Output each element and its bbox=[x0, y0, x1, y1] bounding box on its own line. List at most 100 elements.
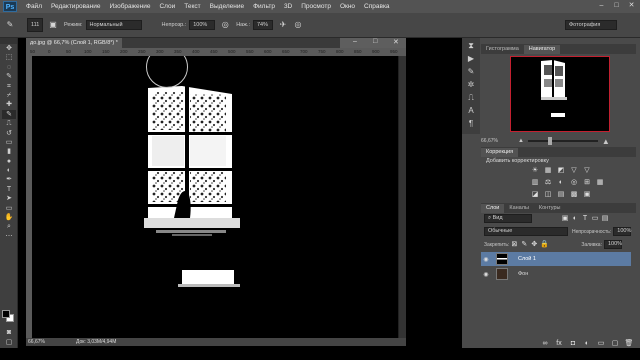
brush-tool-icon[interactable]: ✎ bbox=[5, 20, 15, 30]
healing-brush-icon[interactable]: ✚ bbox=[2, 100, 16, 109]
opacity-field[interactable]: 100% bbox=[189, 20, 216, 30]
gradient-tool-icon[interactable]: ▮ bbox=[2, 147, 16, 156]
black-white-adjust-icon[interactable]: ◐ bbox=[556, 178, 566, 187]
doc-maximize-button[interactable]: □ bbox=[373, 38, 377, 45]
brightness-adjust-icon[interactable]: ☀ bbox=[530, 166, 540, 175]
document-tab[interactable]: до.jpg @ 66,7% (Слой 1, RGB/8*) * bbox=[26, 38, 122, 48]
vertical-scrollbar[interactable] bbox=[398, 56, 406, 338]
tab-paths[interactable]: Контуры bbox=[534, 204, 566, 213]
layer-row-selected[interactable]: ◉ Слой 1 bbox=[481, 252, 631, 266]
photo-filter-adjust-icon[interactable]: ◎ bbox=[569, 178, 579, 187]
doc-minimize-button[interactable]: – bbox=[353, 38, 357, 45]
hand-tool-icon[interactable]: ✋ bbox=[2, 213, 16, 222]
shape-tool-icon[interactable]: ▭ bbox=[2, 204, 16, 213]
tab-adjustments[interactable]: Коррекция bbox=[481, 148, 519, 157]
hue-sat-adjust-icon[interactable]: ▥ bbox=[530, 178, 540, 187]
color-lookup-adjust-icon[interactable]: ▦ bbox=[595, 178, 605, 187]
layer-fill-field[interactable]: 100% bbox=[603, 240, 622, 249]
type-tool-icon[interactable]: T bbox=[2, 185, 16, 194]
eraser-tool-icon[interactable]: ▭ bbox=[2, 138, 16, 147]
airbrush-icon[interactable]: ✈ bbox=[278, 20, 288, 30]
levels-adjust-icon[interactable]: ▦ bbox=[543, 166, 553, 175]
brush-tool-icon[interactable]: ✎ bbox=[2, 109, 16, 120]
more-tools-icon[interactable]: ⋯ bbox=[2, 232, 16, 241]
eyedropper-tool-icon[interactable]: ⌿ bbox=[2, 91, 16, 100]
brush-panel-icon[interactable]: ▣ bbox=[48, 20, 58, 30]
filter-pixel-icon[interactable]: ▣ bbox=[560, 214, 570, 223]
filter-shape-icon[interactable]: ▭ bbox=[590, 214, 600, 223]
quick-mask-icon[interactable]: ◙ bbox=[2, 328, 16, 337]
zoom-readout[interactable]: 66,67% bbox=[28, 338, 45, 346]
color-balance-adjust-icon[interactable]: ⚖ bbox=[543, 178, 553, 187]
history-brush-icon[interactable]: ↺ bbox=[2, 129, 16, 138]
filter-smart-icon[interactable]: ▤ bbox=[600, 214, 610, 223]
minimize-button[interactable]: – bbox=[597, 2, 606, 10]
new-group-icon[interactable]: ▭ bbox=[596, 339, 606, 348]
paragraph-panel-icon[interactable]: ¶ bbox=[464, 118, 478, 129]
menu-image[interactable]: Изображение bbox=[110, 3, 151, 10]
new-layer-icon[interactable]: ▢ bbox=[610, 339, 620, 348]
layer-opacity-field[interactable]: 100% bbox=[613, 227, 631, 236]
layer-style-icon[interactable]: fx bbox=[554, 339, 564, 348]
history-panel-icon[interactable]: ⧗ bbox=[464, 40, 478, 51]
menu-view[interactable]: Просмотр bbox=[301, 3, 331, 10]
crop-tool-icon[interactable]: ⌗ bbox=[2, 82, 16, 91]
navigator-zoom[interactable]: 66,67% bbox=[481, 138, 498, 144]
zoom-out-icon[interactable]: ▲ bbox=[518, 138, 524, 144]
actions-panel-icon[interactable]: ▶ bbox=[464, 53, 478, 64]
workspace-select[interactable]: Фотография bbox=[565, 20, 617, 30]
channel-mixer-adjust-icon[interactable]: ⊞ bbox=[582, 178, 592, 187]
filter-type-icon[interactable]: T bbox=[580, 214, 590, 223]
menu-window[interactable]: Окно bbox=[340, 3, 355, 10]
link-layers-icon[interactable]: ∞ bbox=[540, 339, 550, 348]
mode-select[interactable]: Нормальный bbox=[85, 20, 142, 30]
filter-adjust-icon[interactable]: ◐ bbox=[570, 214, 580, 223]
brush-presets-icon[interactable]: ✲ bbox=[464, 79, 478, 90]
clone-stamp-icon[interactable]: ⎍ bbox=[2, 119, 16, 128]
menu-type[interactable]: Текст bbox=[184, 3, 200, 10]
character-panel-icon[interactable]: A bbox=[464, 105, 478, 116]
marquee-tool-icon[interactable]: ⬚ bbox=[2, 53, 16, 62]
menu-edit[interactable]: Редактирование bbox=[51, 3, 101, 10]
image-canvas[interactable] bbox=[32, 56, 398, 338]
menu-3d[interactable]: 3D bbox=[284, 3, 292, 10]
blur-tool-icon[interactable]: ● bbox=[2, 157, 16, 166]
move-tool-icon[interactable]: ✥ bbox=[2, 44, 16, 53]
tab-histogram[interactable]: Гистограмма bbox=[481, 45, 524, 54]
vibrance-adjust-icon[interactable]: ▽ bbox=[582, 166, 592, 175]
new-adjustment-icon[interactable]: ◐ bbox=[582, 339, 592, 348]
selective-color-adjust-icon[interactable]: ▣ bbox=[582, 190, 592, 199]
menu-layers[interactable]: Слои bbox=[159, 3, 175, 10]
path-select-icon[interactable]: ➤ bbox=[2, 194, 16, 203]
zoom-slider[interactable] bbox=[527, 137, 598, 145]
tab-navigator[interactable]: Навигатор bbox=[523, 45, 561, 54]
menu-help[interactable]: Справка bbox=[364, 3, 390, 10]
lock-transparent-icon[interactable]: ⊠ bbox=[509, 240, 519, 249]
exposure-adjust-icon[interactable]: ▽ bbox=[569, 166, 579, 175]
dodge-tool-icon[interactable]: ◐ bbox=[2, 166, 16, 175]
posterize-adjust-icon[interactable]: ◫ bbox=[543, 190, 553, 199]
doc-close-button[interactable]: ✕ bbox=[393, 38, 399, 46]
screen-mode-icon[interactable]: ▢ bbox=[2, 338, 16, 347]
flow-field[interactable]: 74% bbox=[252, 20, 273, 30]
lock-all-icon[interactable]: 🔒 bbox=[539, 240, 549, 249]
layer-name[interactable]: Фон bbox=[518, 271, 528, 277]
add-mask-icon[interactable]: ◘ bbox=[568, 339, 578, 348]
brush-size-picker[interactable]: 111 bbox=[27, 18, 43, 32]
zoom-slider-handle[interactable] bbox=[547, 137, 552, 145]
pressure-size-icon[interactable]: ◎ bbox=[293, 20, 303, 30]
eye-icon[interactable]: ◉ bbox=[481, 271, 491, 278]
threshold-adjust-icon[interactable]: ▤ bbox=[556, 190, 566, 199]
foreground-color-swatch[interactable] bbox=[2, 310, 10, 318]
navigator-thumbnail[interactable] bbox=[510, 56, 610, 132]
tab-layers[interactable]: Слои bbox=[481, 204, 505, 213]
invert-adjust-icon[interactable]: ◪ bbox=[530, 190, 540, 199]
layer-row[interactable]: ◉ Фон bbox=[481, 267, 631, 281]
eye-icon[interactable]: ◉ bbox=[481, 256, 491, 263]
clone-source-icon[interactable]: ⎍ bbox=[464, 92, 478, 103]
maximize-button[interactable]: □ bbox=[612, 2, 621, 10]
tab-channels[interactable]: Каналы bbox=[504, 204, 534, 213]
quick-select-icon[interactable]: ✎ bbox=[2, 72, 16, 81]
delete-layer-icon[interactable]: 🗑 bbox=[624, 339, 634, 348]
lock-pixels-icon[interactable]: ✎ bbox=[519, 240, 529, 249]
